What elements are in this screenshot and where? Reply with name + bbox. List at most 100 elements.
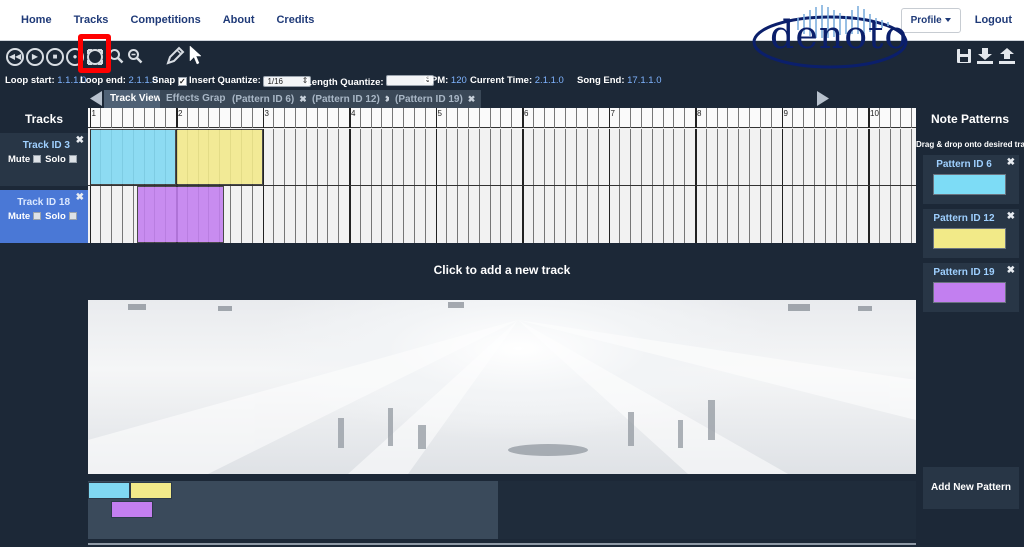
snap-checkbox[interactable]: ✓ (177, 77, 187, 86)
beat-gridline (716, 186, 718, 243)
tab-scroll-left-icon[interactable] (90, 91, 102, 106)
tab-track-view[interactable]: Track View (104, 90, 168, 108)
delete-track-icon[interactable]: ✖ (76, 192, 84, 203)
bar-gridline (608, 186, 610, 243)
beat-gridline (846, 108, 848, 128)
pattern-color-swatch[interactable] (933, 174, 1006, 195)
beat-gridline (878, 186, 880, 243)
beat-gridline (738, 186, 740, 243)
pattern-clip[interactable] (137, 186, 224, 243)
upload-icon[interactable] (998, 48, 1016, 69)
pointer-icon[interactable] (188, 45, 202, 65)
pattern-color-swatch[interactable] (933, 228, 1006, 249)
nav-link-home[interactable]: Home (10, 14, 63, 26)
beat-gridline (824, 129, 826, 185)
bar-gridline (522, 108, 524, 128)
save-icon[interactable] (956, 48, 972, 69)
beat-gridline (640, 108, 642, 128)
horizontal-scrollbar[interactable] (88, 543, 916, 545)
mute-checkbox[interactable] (33, 155, 42, 163)
beat-gridline (467, 129, 469, 185)
beat-gridline (651, 108, 653, 128)
bar-gridline (435, 129, 437, 185)
nav-link-competitions[interactable]: Competitions (119, 14, 211, 26)
delete-pattern-icon[interactable]: ✖ (1007, 265, 1015, 276)
nav-link-tracks[interactable]: Tracks (63, 14, 120, 26)
insert-quantize-select[interactable]: 1/16 (263, 76, 312, 87)
mute-label: Mute (8, 154, 31, 165)
download-icon[interactable] (976, 48, 994, 69)
beat-gridline (467, 186, 469, 243)
logout-link[interactable]: Logout (961, 14, 1024, 26)
track-lane[interactable] (88, 185, 916, 243)
track-name: Track ID 3 (22, 140, 70, 151)
pattern-clip[interactable] (176, 129, 263, 185)
track-mute-solo: Mute Solo (8, 211, 81, 222)
rewind-icon[interactable]: ◀◀ (6, 48, 24, 66)
song-end-display[interactable]: Song End: 17.1.1.0 (577, 75, 661, 86)
nav-link-credits[interactable]: Credits (265, 14, 325, 26)
beat-gridline (370, 129, 372, 185)
delete-pattern-icon[interactable]: ✖ (1007, 211, 1015, 222)
beat-gridline (878, 108, 880, 128)
beat-gridline (889, 108, 891, 128)
nav-link-about[interactable]: About (212, 14, 266, 26)
tab-scroll-right-icon[interactable] (817, 91, 829, 106)
beat-gridline (640, 129, 642, 185)
beat-gridline (651, 129, 653, 185)
beat-gridline (273, 129, 275, 185)
mute-checkbox[interactable] (33, 212, 42, 220)
overview-minimap[interactable] (88, 481, 498, 539)
stop-icon[interactable]: ■ (46, 48, 64, 66)
add-track-button[interactable]: Click to add a new track (88, 243, 916, 300)
play-icon[interactable]: ▶ (26, 48, 44, 66)
beat-gridline (370, 108, 372, 128)
loop-end-display[interactable]: Loop end: 2.1.1.0 (80, 75, 158, 86)
current-time-value: 2.1.1.0 (534, 75, 564, 86)
beat-gridline (327, 186, 329, 243)
beat-gridline (240, 186, 242, 243)
length-quantize-control: Length Quantize: (306, 75, 435, 88)
delete-pattern-icon[interactable]: ✖ (1007, 157, 1015, 168)
solo-checkbox[interactable] (68, 155, 77, 163)
delete-track-icon[interactable]: ✖ (76, 135, 84, 146)
tab-pattern-6[interactable]: (Pattern ID 6) ✖ (226, 90, 313, 108)
track-item-18[interactable]: Track ID 18 ✖ Mute Solo (0, 190, 88, 243)
tab-pattern-19[interactable]: (Pattern ID 19) ✖ (389, 90, 482, 108)
pattern-item-6[interactable]: Pattern ID 6 ✖ (923, 155, 1019, 204)
beat-gridline (835, 129, 837, 185)
pattern-clip[interactable] (89, 129, 176, 185)
close-icon[interactable]: ✖ (468, 94, 476, 104)
add-new-pattern-button[interactable]: Add New Pattern (923, 467, 1019, 509)
beat-gridline (100, 108, 102, 128)
beat-gridline (900, 108, 902, 128)
tab-pattern-12[interactable]: (Pattern ID 12)✖ (306, 90, 399, 108)
pattern-item-19[interactable]: Pattern ID 19 ✖ (923, 263, 1019, 312)
current-time-display: Current Time: 2.1.1.0 (470, 75, 564, 86)
beat-gridline (727, 108, 729, 128)
beat-gridline (824, 186, 826, 243)
bpm-display[interactable]: BPM: 120 (424, 75, 467, 86)
track-lane[interactable] (88, 129, 916, 185)
beat-gridline (835, 186, 837, 243)
track-item-3[interactable]: Track ID 3 ✖ Mute Solo (0, 133, 88, 186)
track-timeline[interactable]: 1 2 3 4 5 6 7 8 9 10 (88, 108, 916, 243)
bar-ruler[interactable]: 1 2 3 4 5 6 7 8 9 10 (88, 108, 916, 128)
beat-gridline (240, 108, 242, 128)
beat-gridline (543, 129, 545, 185)
beat-gridline (478, 186, 480, 243)
solo-checkbox[interactable] (68, 212, 77, 220)
beat-gridline (738, 129, 740, 185)
pattern-color-swatch[interactable] (933, 282, 1006, 303)
zoom-out-icon[interactable] (127, 48, 145, 66)
loop-start-display[interactable]: Loop start: 1.1.1.0 (5, 75, 86, 86)
mute-label: Mute (8, 211, 31, 222)
beat-gridline (403, 108, 405, 128)
concert-background-image (88, 300, 916, 474)
beat-gridline (576, 186, 578, 243)
beat-gridline (846, 129, 848, 185)
beat-gridline (716, 129, 718, 185)
beat-gridline (219, 108, 221, 128)
pattern-item-12[interactable]: Pattern ID 12 ✖ (923, 209, 1019, 258)
pencil-icon[interactable] (165, 46, 185, 66)
